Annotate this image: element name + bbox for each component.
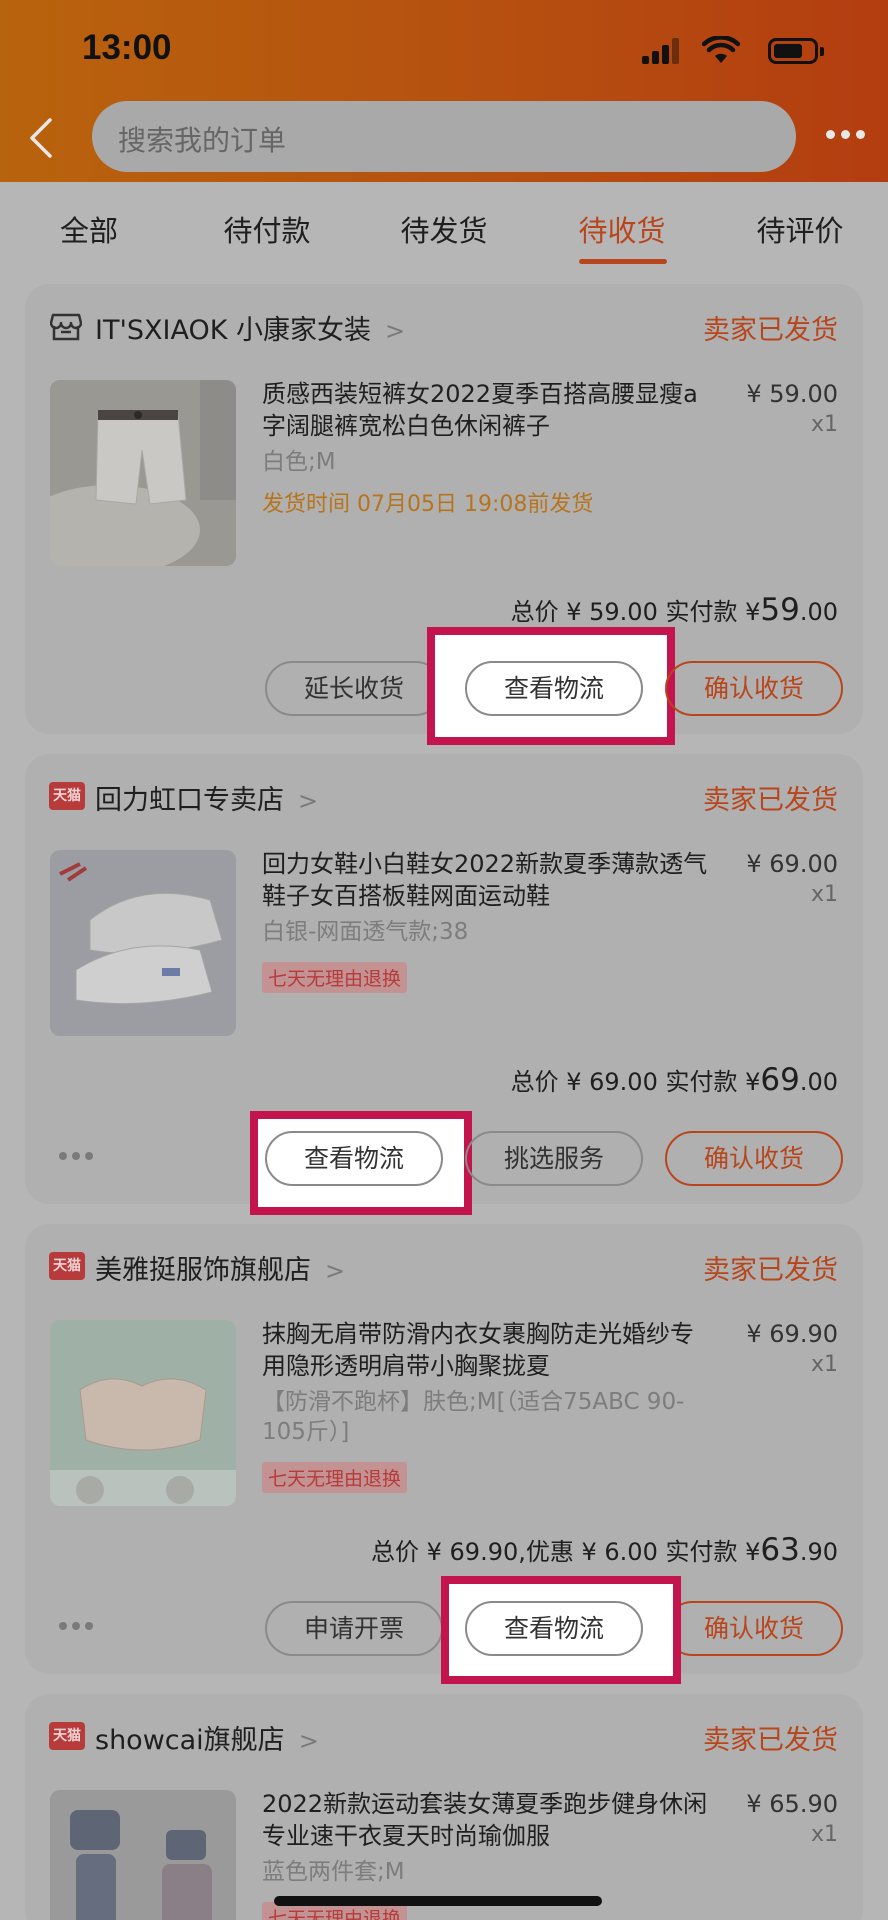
select-service-button[interactable]: 挑选服务 (465, 1131, 643, 1186)
order-card: 天猫 美雅挺服饰旗舰店 > 卖家已发货 抹胸无肩带防滑内衣女裹胸防走光婚纱专用隐形… (25, 1224, 863, 1684)
header: 13:00 搜索我的订单 (0, 0, 888, 182)
product-image[interactable] (50, 380, 236, 566)
order-tabs: 全部 待付款 待发货 待收货 待评价 (0, 182, 888, 266)
product-price: ¥ 69.00 (746, 850, 838, 878)
status-icons (632, 36, 832, 66)
order-card: 天猫 回力虹口专卖店 > 卖家已发货 回力女鞋小白鞋女2022新款夏季薄款透气鞋子… (25, 754, 863, 1215)
confirm-receipt-button[interactable]: 确认收货 (665, 661, 843, 716)
extend-receipt-button[interactable]: 延长收货 (265, 661, 443, 716)
shop-name[interactable]: IT'SXIAOK 小康家女装 > (95, 308, 405, 347)
shop-name-label: 美雅挺服饰旗舰店 (95, 1255, 311, 1286)
tmall-badge-icon: 天猫 (49, 1722, 85, 1750)
order-status: 卖家已发货 (703, 315, 838, 346)
shop-name-label: showcai旗舰店 (95, 1725, 285, 1756)
product-title[interactable]: 回力女鞋小白鞋女2022新款夏季薄款透气鞋子女百搭板鞋网面运动鞋 (262, 848, 712, 912)
shop-name[interactable]: 回力虹口专卖店 > (95, 778, 318, 817)
signal-icon (642, 38, 682, 64)
order-card: 天猫 showcai旗舰店 > 卖家已发货 2022新款运动套装女薄夏季跑步健身休… (25, 1694, 863, 1920)
order-status: 卖家已发货 (703, 785, 838, 816)
product-title[interactable]: 抹胸无肩带防滑内衣女裹胸防走光婚纱专用隐形透明肩带小胸聚拢夏 (262, 1318, 712, 1382)
product-quantity: x1 (810, 412, 838, 437)
chevron-right-icon: > (385, 317, 406, 345)
battery-icon (768, 38, 824, 64)
tab-all[interactable]: 全部 (29, 208, 149, 250)
confirm-receipt-button[interactable]: 确认收货 (665, 1601, 843, 1656)
shop-name[interactable]: showcai旗舰店 > (95, 1718, 319, 1757)
product-spec: 白色;M (262, 449, 336, 475)
shop-name[interactable]: 美雅挺服饰旗舰店 > (95, 1248, 345, 1287)
order-total-prefix: 总价 ¥ 69.90,优惠 ¥ 6.00 实付款 ¥ (371, 1538, 761, 1566)
shop-icon (50, 313, 82, 341)
view-logistics-button[interactable]: 查看物流 (465, 661, 643, 716)
product-quantity: x1 (810, 1822, 838, 1847)
product-title[interactable]: 质感西装短裤女2022夏季百搭高腰显瘦a字阔腿裤宽松白色休闲裤子 (262, 378, 712, 442)
product-spec: 白银-网面透气款;38 (262, 919, 469, 945)
order-card: IT'SXIAOK 小康家女装 > 卖家已发货 质感西装短裤女2022夏季百搭高腰… (25, 284, 863, 745)
product-image[interactable] (50, 1320, 236, 1506)
chevron-right-icon: > (325, 1257, 346, 1285)
order-total-cents: .90 (799, 1538, 838, 1566)
shipping-deadline: 发货时间 07月05日 19:08前发货 (262, 492, 594, 517)
product-image[interactable] (50, 850, 236, 1036)
product-price: ¥ 59.00 (746, 380, 838, 408)
chevron-right-icon: > (298, 1727, 319, 1755)
product-title[interactable]: 2022新款运动套装女薄夏季跑步健身休闲专业速干衣夏天时尚瑜伽服 (262, 1788, 712, 1852)
order-total: 总价 ¥ 69.90,优惠 ¥ 6.00 实付款 ¥63.90 (371, 1532, 838, 1568)
order-status: 卖家已发货 (703, 1255, 838, 1286)
order-total: 总价 ¥ 69.00 实付款 ¥69.00 (511, 1062, 838, 1098)
wifi-icon (702, 36, 740, 63)
more-actions-icon[interactable] (59, 1152, 99, 1162)
tab-pending-review[interactable]: 待评价 (740, 208, 860, 250)
product-spec: 蓝色两件套;M (262, 1859, 405, 1885)
tab-pending-payment[interactable]: 待付款 (207, 208, 327, 250)
order-total-amount: 69 (760, 1062, 800, 1098)
order-total-amount: 63 (760, 1532, 800, 1568)
more-options-icon[interactable] (826, 130, 866, 142)
search-placeholder: 搜索我的订单 (118, 124, 287, 157)
return-policy-tag: 七天无理由退换 (262, 962, 408, 993)
confirm-receipt-button[interactable]: 确认收货 (665, 1131, 843, 1186)
view-logistics-button[interactable]: 查看物流 (265, 1131, 443, 1186)
order-total-prefix: 总价 ¥ 69.00 实付款 ¥ (510, 1068, 761, 1096)
order-total-cents: .00 (799, 1068, 838, 1096)
product-quantity: x1 (810, 1352, 838, 1377)
order-total-prefix: 总价 ¥ 59.00 实付款 ¥ (510, 598, 761, 626)
search-input[interactable]: 搜索我的订单 (92, 101, 796, 172)
product-price: ¥ 65.90 (746, 1790, 838, 1818)
product-image[interactable] (50, 1790, 236, 1920)
order-total-cents: .00 (799, 598, 838, 626)
active-tab-indicator (579, 259, 667, 264)
product-price: ¥ 69.90 (746, 1320, 838, 1348)
home-indicator[interactable] (274, 1896, 602, 1906)
product-quantity: x1 (810, 882, 838, 907)
chevron-right-icon: > (298, 787, 319, 815)
return-policy-tag: 七天无理由退换 (262, 1462, 408, 1493)
more-actions-icon[interactable] (59, 1622, 99, 1632)
tab-pending-receipt[interactable]: 待收货 (562, 208, 682, 250)
tmall-badge-icon: 天猫 (49, 1252, 85, 1280)
order-total-amount: 59 (760, 592, 800, 628)
request-invoice-button[interactable]: 申请开票 (265, 1601, 443, 1656)
order-status: 卖家已发货 (703, 1725, 838, 1756)
tmall-badge-icon: 天猫 (49, 782, 85, 810)
order-total: 总价 ¥ 59.00 实付款 ¥59.00 (511, 592, 838, 628)
view-logistics-button[interactable]: 查看物流 (465, 1601, 643, 1656)
shop-name-label: 回力虹口专卖店 (95, 785, 284, 816)
shop-name-label: IT'SXIAOK 小康家女装 (95, 315, 372, 346)
product-spec: 【防滑不跑杯】肤色;M[（适合75ABC 90-105斤）] (262, 1389, 685, 1445)
status-time: 13:00 (82, 28, 172, 67)
back-icon[interactable] (26, 116, 58, 160)
tab-pending-shipment[interactable]: 待发货 (384, 208, 504, 250)
